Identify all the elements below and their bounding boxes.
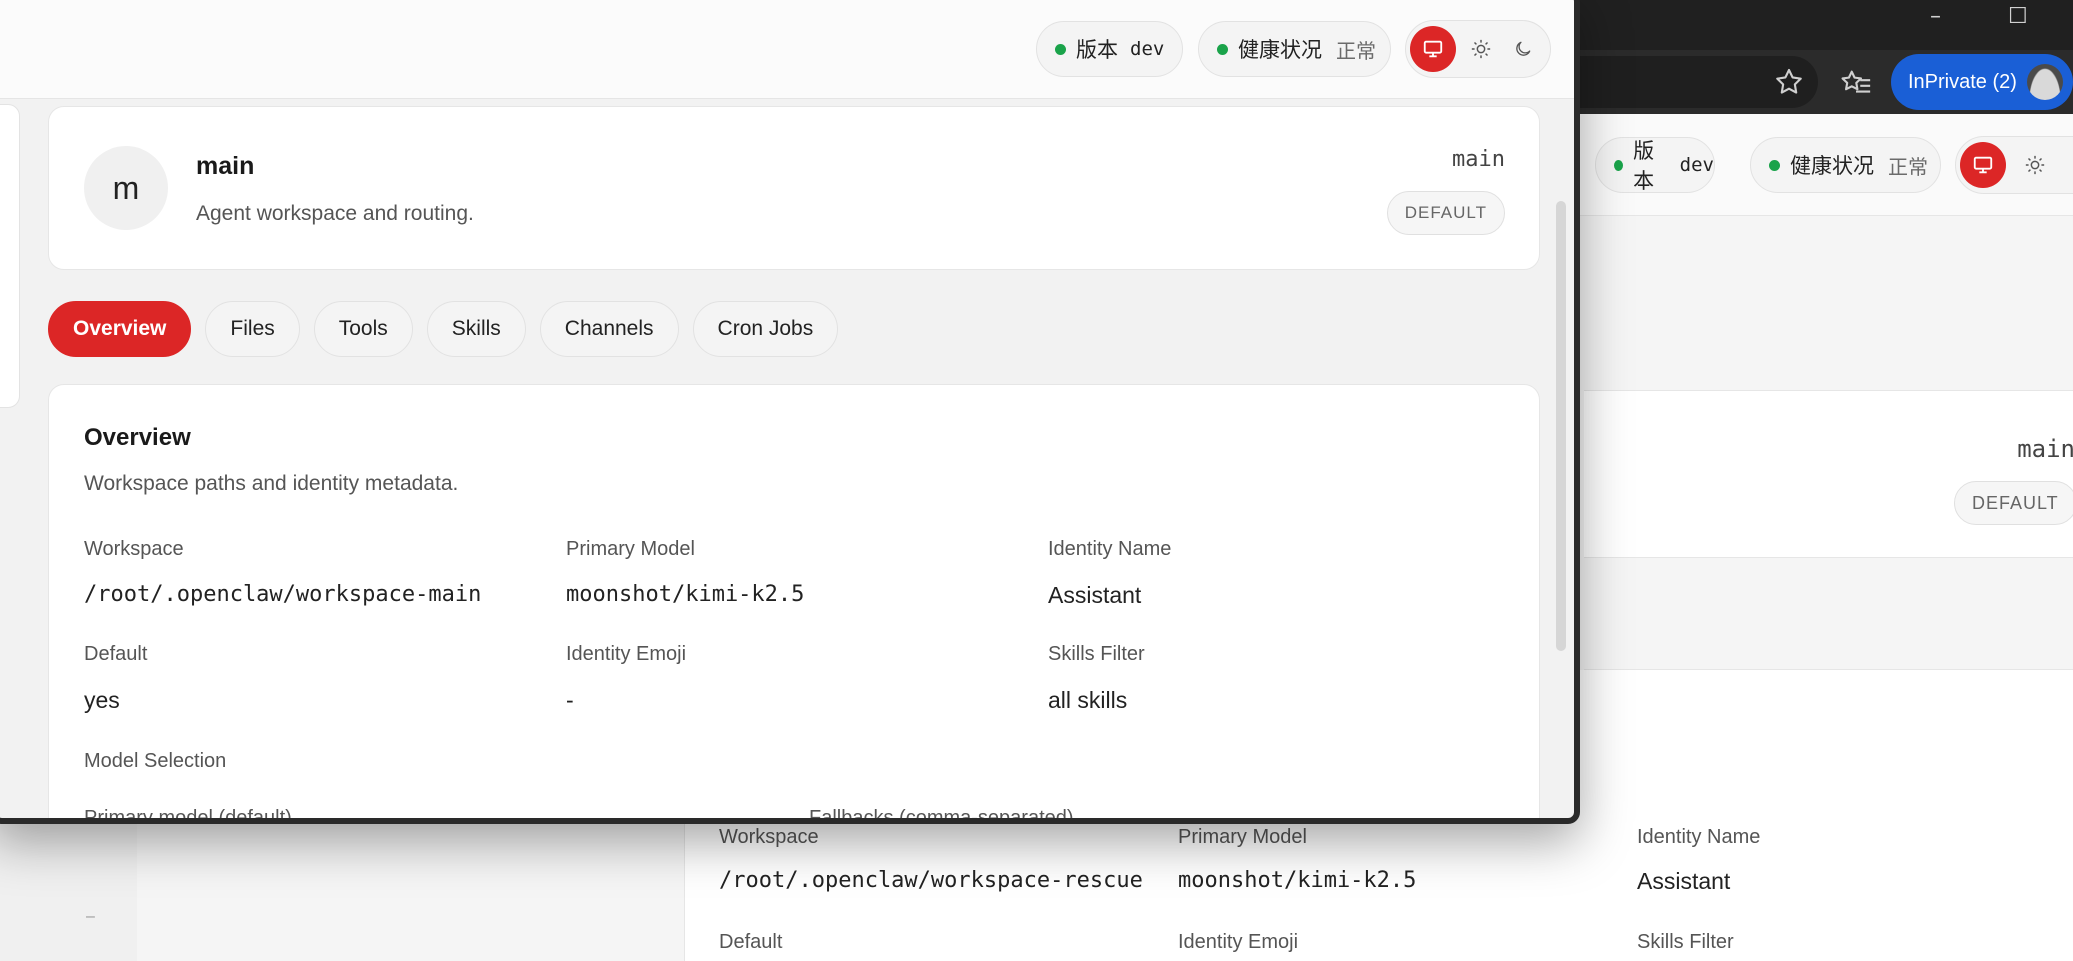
bg-theme-switcher [1955,136,2073,194]
agent-name: main [196,152,255,180]
agent-card: m main Agent workspace and routing. main… [48,106,1540,270]
inprivate-label: InPrivate (2) [1908,71,2017,93]
skills-filter-value: all skills [1048,687,1128,713]
primary-model-label: Primary Model [566,538,695,560]
tab-cron-jobs[interactable]: Cron Jobs [692,301,839,357]
skills-filter-label: Skills Filter [1048,643,1145,665]
version-label: 版本 [1076,39,1118,62]
default-badge: DEFAULT [1954,481,2073,525]
monitor-icon [1973,156,1993,174]
agent-tabs: Overview Files Tools Skills Channels Cro… [48,301,839,357]
version-value: dev [1679,154,1714,176]
health-value: 正常 [1336,40,1376,63]
primary-model-default-label: Primary model (default) [84,807,292,824]
bg-version-pill: 版本 dev [1595,137,1715,193]
workspace-label: Workspace [84,538,184,560]
identity-emoji-value: - [566,687,574,713]
primary-model-value: moonshot/kimi-k2.5 [566,582,805,607]
star-icon[interactable] [1773,66,1805,98]
field-value: /root/.openclaw/workspace-rescue [719,868,1143,893]
version-label: 版本 [1633,140,1655,193]
field-label: Default [719,931,783,953]
bg-sidebar: – [0,820,137,961]
status-dot [1769,159,1780,171]
favorites-icon[interactable] [1839,66,1873,100]
light-theme-button[interactable] [2012,142,2058,188]
system-theme-button[interactable] [1410,26,1456,72]
inprivate-button[interactable]: InPrivate (2) [1891,54,2073,110]
field-label: Workspace [719,826,819,848]
monitor-icon [1423,40,1443,58]
bg-tabs-strip [1584,558,2073,670]
agent-id: main [2017,435,2073,463]
moon-icon [1516,41,1531,56]
status-dot [1217,43,1228,55]
health-label: 健康状况 [1238,39,1322,62]
identity-emoji-label: Identity Emoji [566,643,687,665]
tab-skills[interactable]: Skills [426,301,526,357]
front-app-window: 版本 dev 健康状况 正常 m main Agent workspace an… [0,0,1580,824]
agent-subtitle: Agent workspace and routing. [196,202,474,225]
default-value: yes [84,687,120,713]
field-value: Assistant [1637,868,1731,894]
bg-health-pill: 健康状况 正常 [1750,137,1941,193]
sun-icon [1471,39,1491,59]
identity-name-value: Assistant [1048,582,1142,608]
tab-files[interactable]: Files [205,301,300,357]
app-topbar: 版本 dev 健康状况 正常 [0,0,1574,99]
field-label: Identity Emoji [1178,931,1299,953]
workspace-value: /root/.openclaw/workspace-main [84,582,482,607]
profile-icon [2027,64,2063,100]
theme-switcher [1405,20,1551,78]
system-theme-button[interactable] [1960,142,2006,188]
overview-card: Overview Workspace paths and identity me… [48,384,1540,824]
health-pill: 健康状况 正常 [1198,21,1391,77]
sun-icon [2025,155,2045,175]
sidebar-mark: – [86,908,95,925]
overview-subtitle: Workspace paths and identity metadata. [84,472,459,495]
dark-theme-button[interactable] [1500,26,1546,72]
agent-avatar: m [84,146,168,230]
model-selection-label: Model Selection [84,750,227,772]
light-theme-button[interactable] [1458,26,1504,72]
health-label: 健康状况 [1790,155,1874,178]
field-value: moonshot/kimi-k2.5 [1178,868,1417,893]
tab-tools[interactable]: Tools [313,301,413,357]
fallbacks-label: Fallbacks (comma-separated) [809,807,1074,824]
overview-title: Overview [84,424,191,451]
version-pill: 版本 dev [1036,21,1183,77]
tab-channels[interactable]: Channels [539,301,679,357]
identity-name-label: Identity Name [1048,538,1172,560]
status-dot [1055,43,1066,55]
field-label: Primary Model [1178,826,1307,848]
scrollbar[interactable] [1556,201,1566,651]
tab-overview[interactable]: Overview [48,301,192,357]
minimize-button[interactable]: – [1930,4,1941,29]
version-value: dev [1130,38,1165,60]
field-label: Skills Filter [1637,931,1734,953]
health-value: 正常 [1888,156,1928,179]
status-dot [1614,159,1624,171]
maximize-button[interactable]: ☐ [2008,4,2028,29]
default-badge: DEFAULT [1386,191,1505,235]
left-panel-edge [0,104,20,408]
field-label: Identity Name [1637,826,1761,848]
agent-id: main [1452,147,1505,172]
bg-agent-card: main DEFAULT [1584,390,2073,558]
default-label: Default [84,643,148,665]
